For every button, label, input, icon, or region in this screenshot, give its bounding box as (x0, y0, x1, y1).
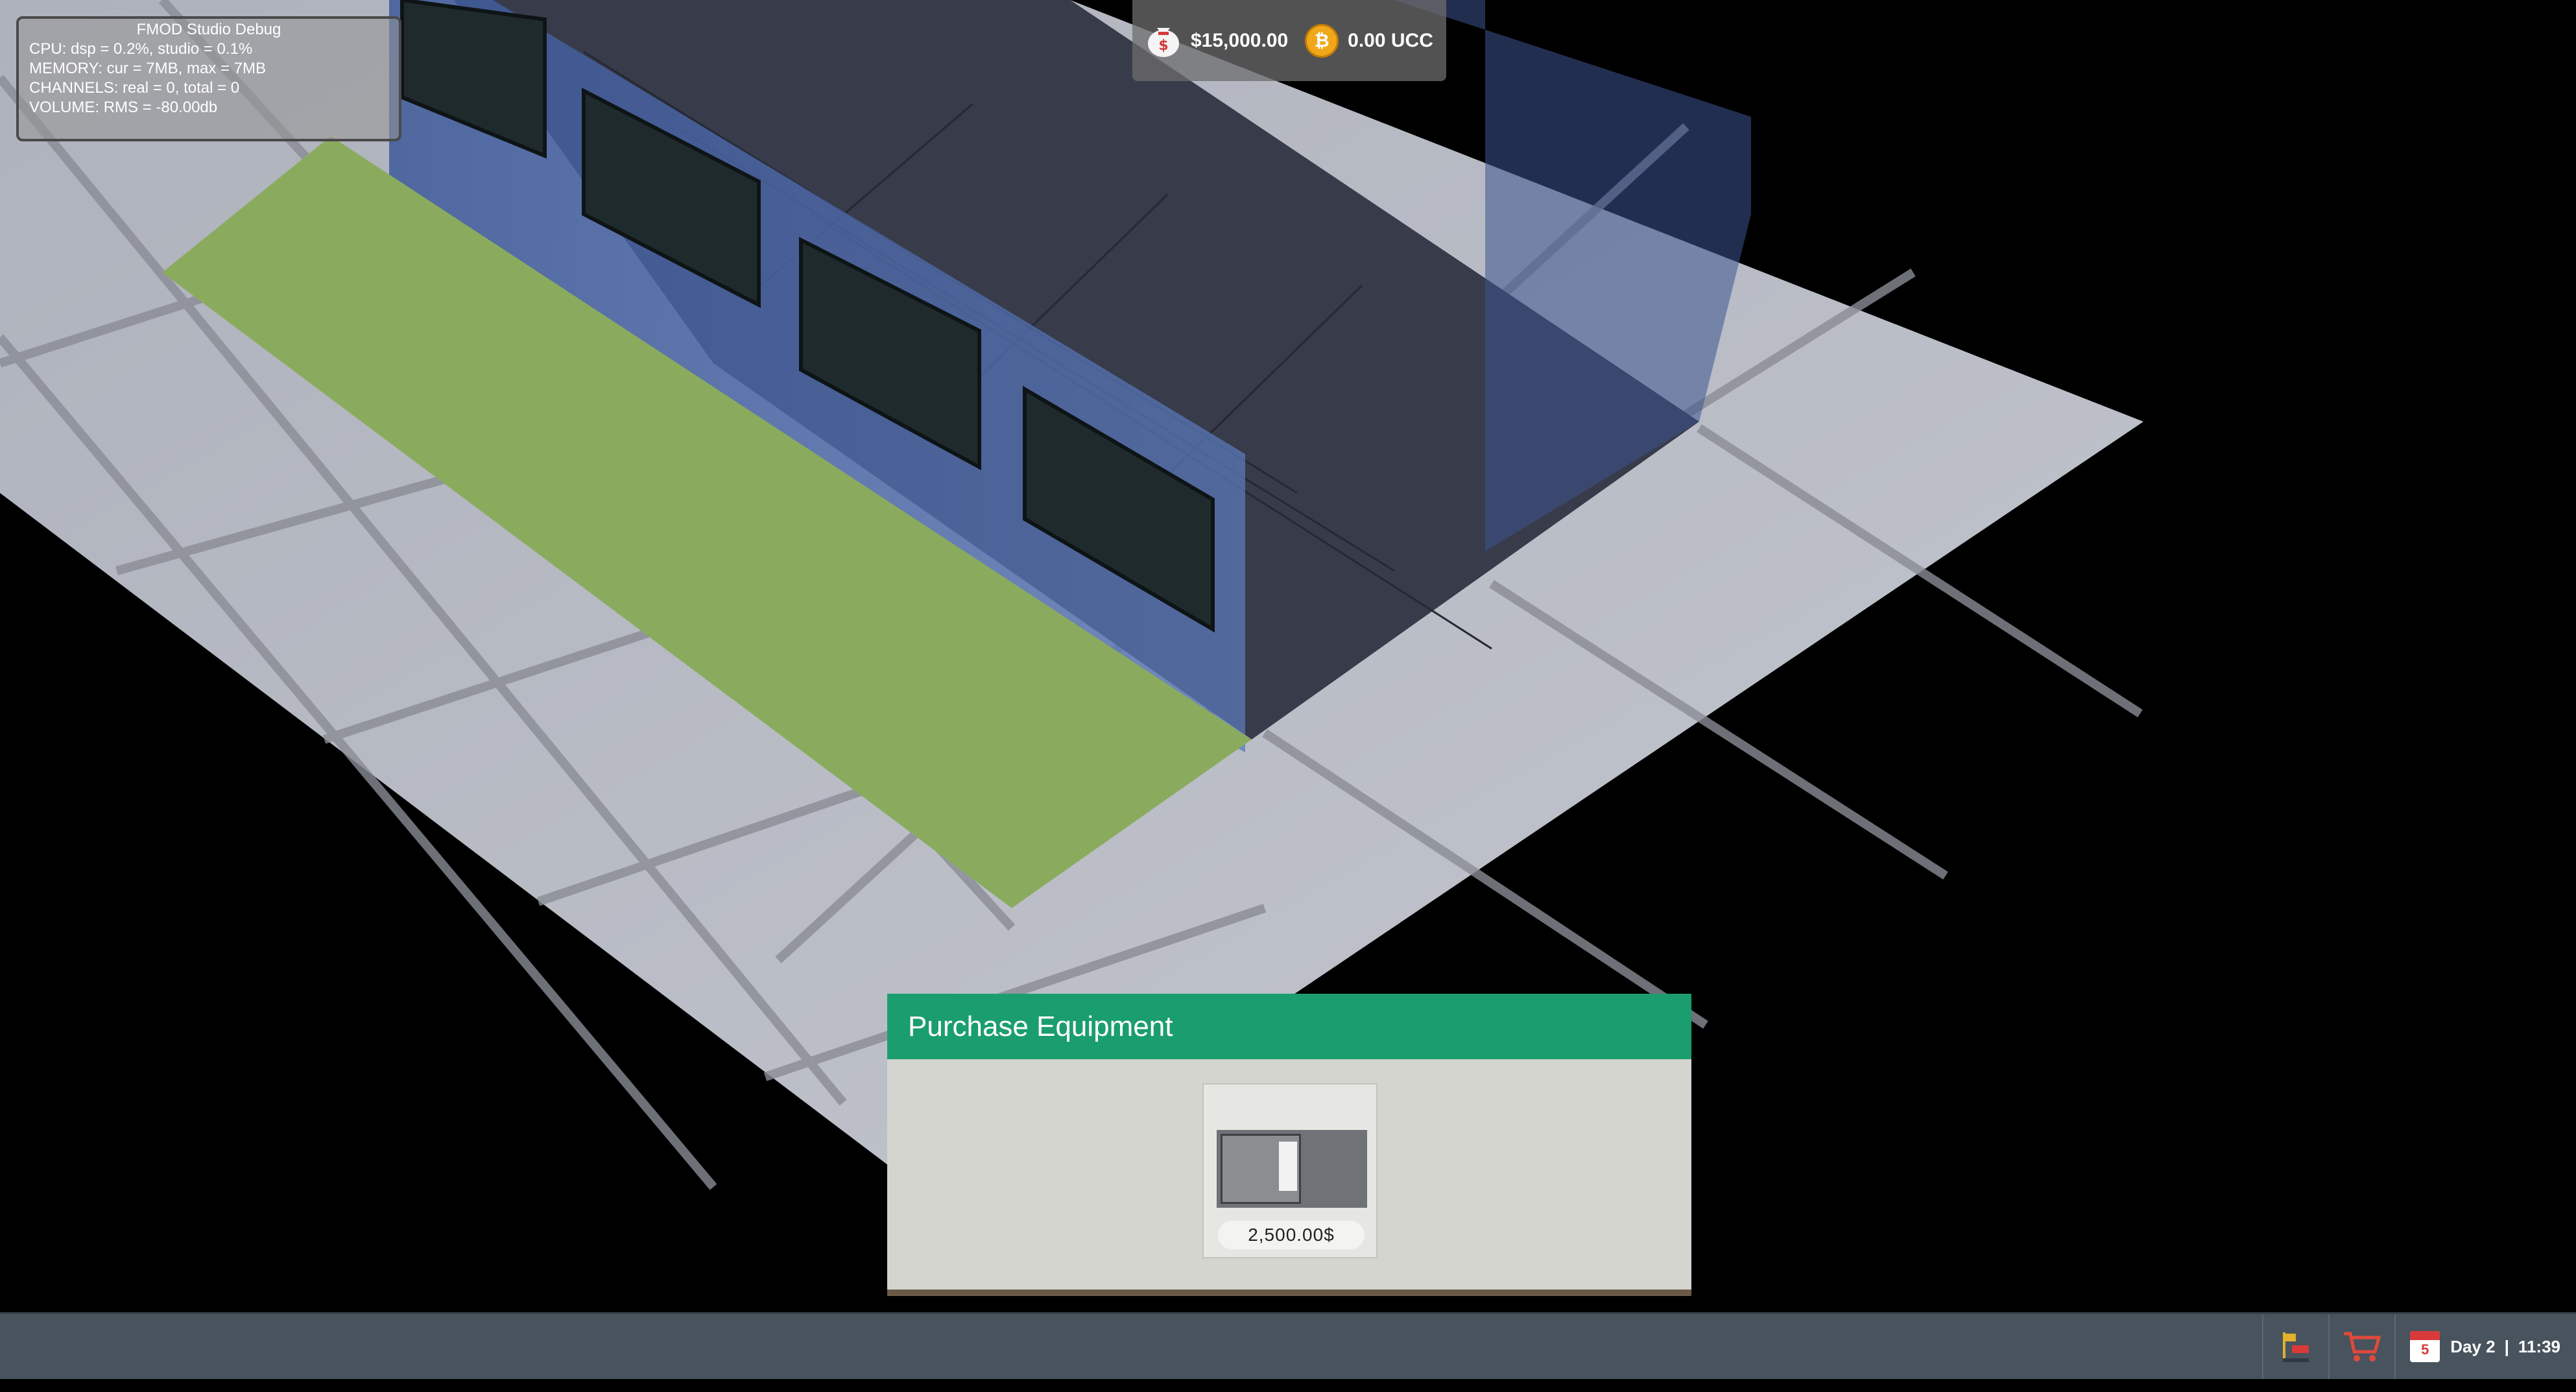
debug-channels: CHANNELS: real = 0, total = 0 (29, 79, 240, 97)
fmod-debug-panel: FMOD Studio Debug CPU: dsp = 0.2%, studi… (16, 16, 401, 141)
bottom-toolbar: 5 Day 2 | 11:39 (0, 1312, 2576, 1379)
money-hud: $ $15,000.00 ₿ 0.00 UCC (1132, 0, 1446, 81)
money-value: $15,000.00 (1191, 29, 1289, 51)
calendar-icon: 5 (2410, 1331, 2440, 1362)
svg-text:$: $ (1158, 38, 1168, 54)
debug-title: FMOD Studio Debug (136, 21, 281, 38)
ucc-value: 0.00 UCC (1348, 29, 1433, 51)
debug-volume: VOLUME: RMS = -80.00db (29, 99, 218, 116)
shop-button[interactable] (2328, 1314, 2394, 1379)
day-label: Day 2 (2450, 1336, 2496, 1356)
purchase-equipment-panel: Purchase Equipment 2,500.00$ (887, 994, 1691, 1296)
item-price: 2,500.00$ (1218, 1221, 1365, 1249)
day-time-display[interactable]: 5 Day 2 | 11:39 (2394, 1314, 2576, 1379)
time-label: 11:39 (2518, 1336, 2560, 1356)
equipment-item-card[interactable]: 2,500.00$ (1202, 1083, 1377, 1258)
money-bag-icon: $ (1145, 19, 1182, 63)
build-flag-icon (2283, 1332, 2309, 1362)
day-time-separator: | (2504, 1336, 2509, 1356)
coin-icon: ₿ (1305, 23, 1339, 58)
build-flag-button[interactable] (2262, 1314, 2328, 1379)
panel-title: Purchase Equipment (887, 994, 1691, 1059)
server-rack-icon (1217, 1130, 1367, 1208)
debug-memory: MEMORY: cur = 7MB, max = 7MB (29, 60, 266, 77)
debug-cpu: CPU: dsp = 0.2%, studio = 0.1% (29, 40, 253, 58)
shopping-cart-icon (2344, 1332, 2381, 1362)
